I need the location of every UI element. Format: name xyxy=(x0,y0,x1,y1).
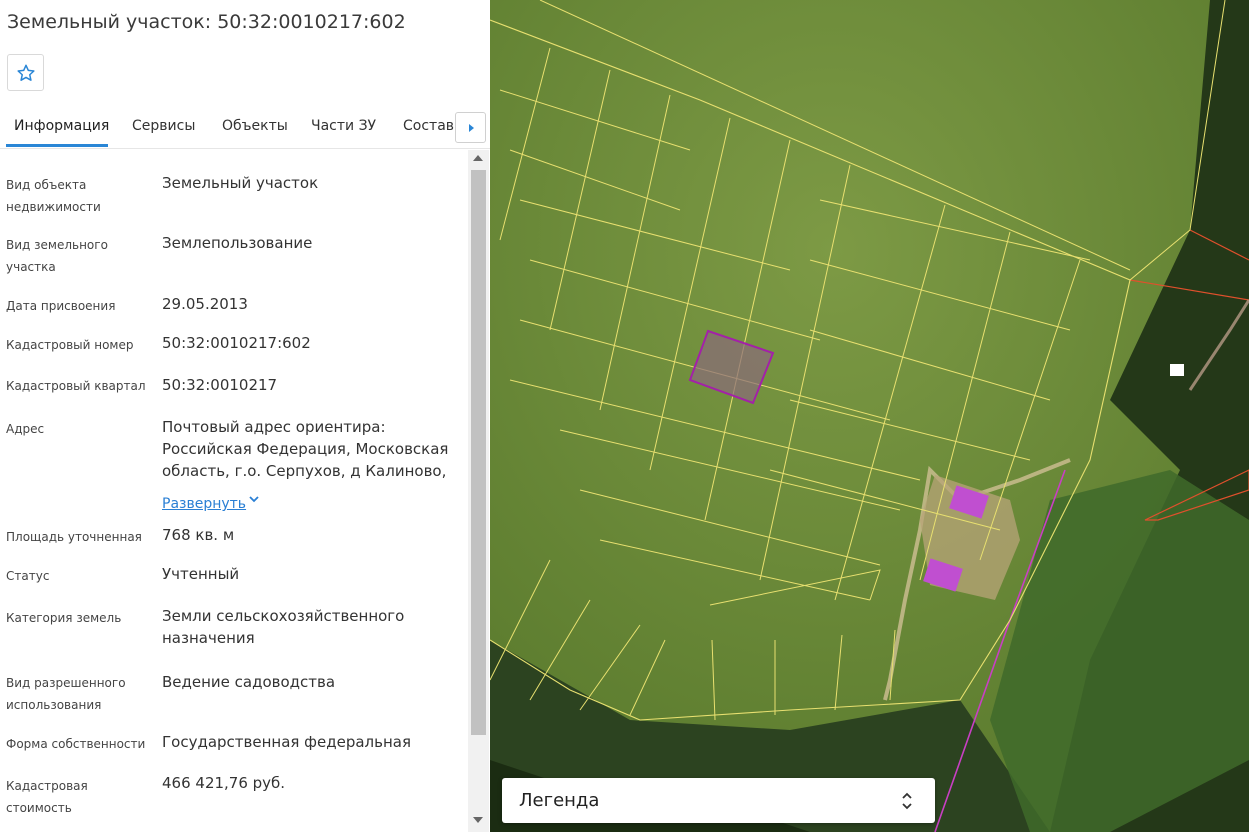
value-cadastral-quarter: 50:32:0010217 xyxy=(162,376,278,394)
value-permitted-use: Ведение садоводства xyxy=(162,673,336,691)
value-land-category: Земли сельскохозяйственного назначения xyxy=(162,607,405,647)
value-address: Почтовый адрес ориентира: Российская Фед… xyxy=(162,418,449,480)
label-ownership: Форма собственности xyxy=(6,737,146,751)
label-cadastral-quarter: Кадастровый квартал xyxy=(6,379,146,393)
value-area: 768 кв. м xyxy=(162,526,235,544)
tabs-next-button[interactable] xyxy=(455,112,486,143)
label-cadastral-value: Кадастровая стоимость xyxy=(6,779,88,815)
satellite-map-layer xyxy=(490,0,1249,832)
cadastral-map[interactable] xyxy=(490,0,1249,832)
label-land-category: Категория земель xyxy=(6,611,122,625)
favorite-button[interactable] xyxy=(7,54,44,91)
small-structure xyxy=(1170,364,1184,376)
legend-label: Легенда xyxy=(519,790,600,811)
label-object-type: Вид объекта недвижимости xyxy=(6,178,101,214)
value-land-type: Землепользование xyxy=(162,234,313,252)
page-title: Земельный участок: 50:32:0010217:602 xyxy=(7,11,406,33)
scroll-down-arrow-icon[interactable] xyxy=(473,817,483,823)
panel-scrollbar[interactable] xyxy=(468,150,489,832)
tab-composition[interactable]: Состав xyxy=(403,118,454,134)
value-ownership: Государственная федеральная xyxy=(162,733,412,751)
tab-parts[interactable]: Части ЗУ xyxy=(311,118,376,134)
label-permitted-use: Вид разрешенного использования xyxy=(6,676,126,712)
label-land-type: Вид земельного участка xyxy=(6,238,108,274)
label-assign-date: Дата присвоения xyxy=(6,299,116,313)
info-panel: Земельный участок: 50:32:0010217:602 Инф… xyxy=(0,0,490,832)
value-cadastral-number: 50:32:0010217:602 xyxy=(162,334,311,352)
label-status: Статус xyxy=(6,569,50,583)
value-cadastral-value: 466 421,76 руб. xyxy=(162,774,286,792)
scrollbar-thumb[interactable] xyxy=(471,170,486,735)
scroll-up-arrow-icon[interactable] xyxy=(473,155,483,161)
label-cadastral-number: Кадастровый номер xyxy=(6,338,134,352)
value-assign-date: 29.05.2013 xyxy=(162,295,248,313)
value-status: Учтенный xyxy=(162,565,240,583)
tab-services[interactable]: Сервисы xyxy=(132,118,195,134)
chevron-down-icon[interactable] xyxy=(247,493,261,505)
tab-bar: Информация Сервисы Объекты Части ЗУ Сост… xyxy=(0,112,490,149)
legend-dropdown[interactable]: Легенда xyxy=(502,778,935,823)
tab-information[interactable]: Информация xyxy=(14,118,109,134)
caret-right-icon xyxy=(468,123,474,132)
label-address: Адрес xyxy=(6,422,45,436)
value-object-type: Земельный участок xyxy=(162,174,319,192)
star-icon xyxy=(16,64,35,81)
active-tab-indicator xyxy=(6,144,108,147)
info-list: Вид объекта недвижимости Земельный участ… xyxy=(0,150,468,832)
unfold-icon xyxy=(902,792,912,810)
expand-address-link[interactable]: Развернуть xyxy=(162,496,246,512)
tab-objects[interactable]: Объекты xyxy=(222,118,288,134)
label-area: Площадь уточненная xyxy=(6,530,142,544)
